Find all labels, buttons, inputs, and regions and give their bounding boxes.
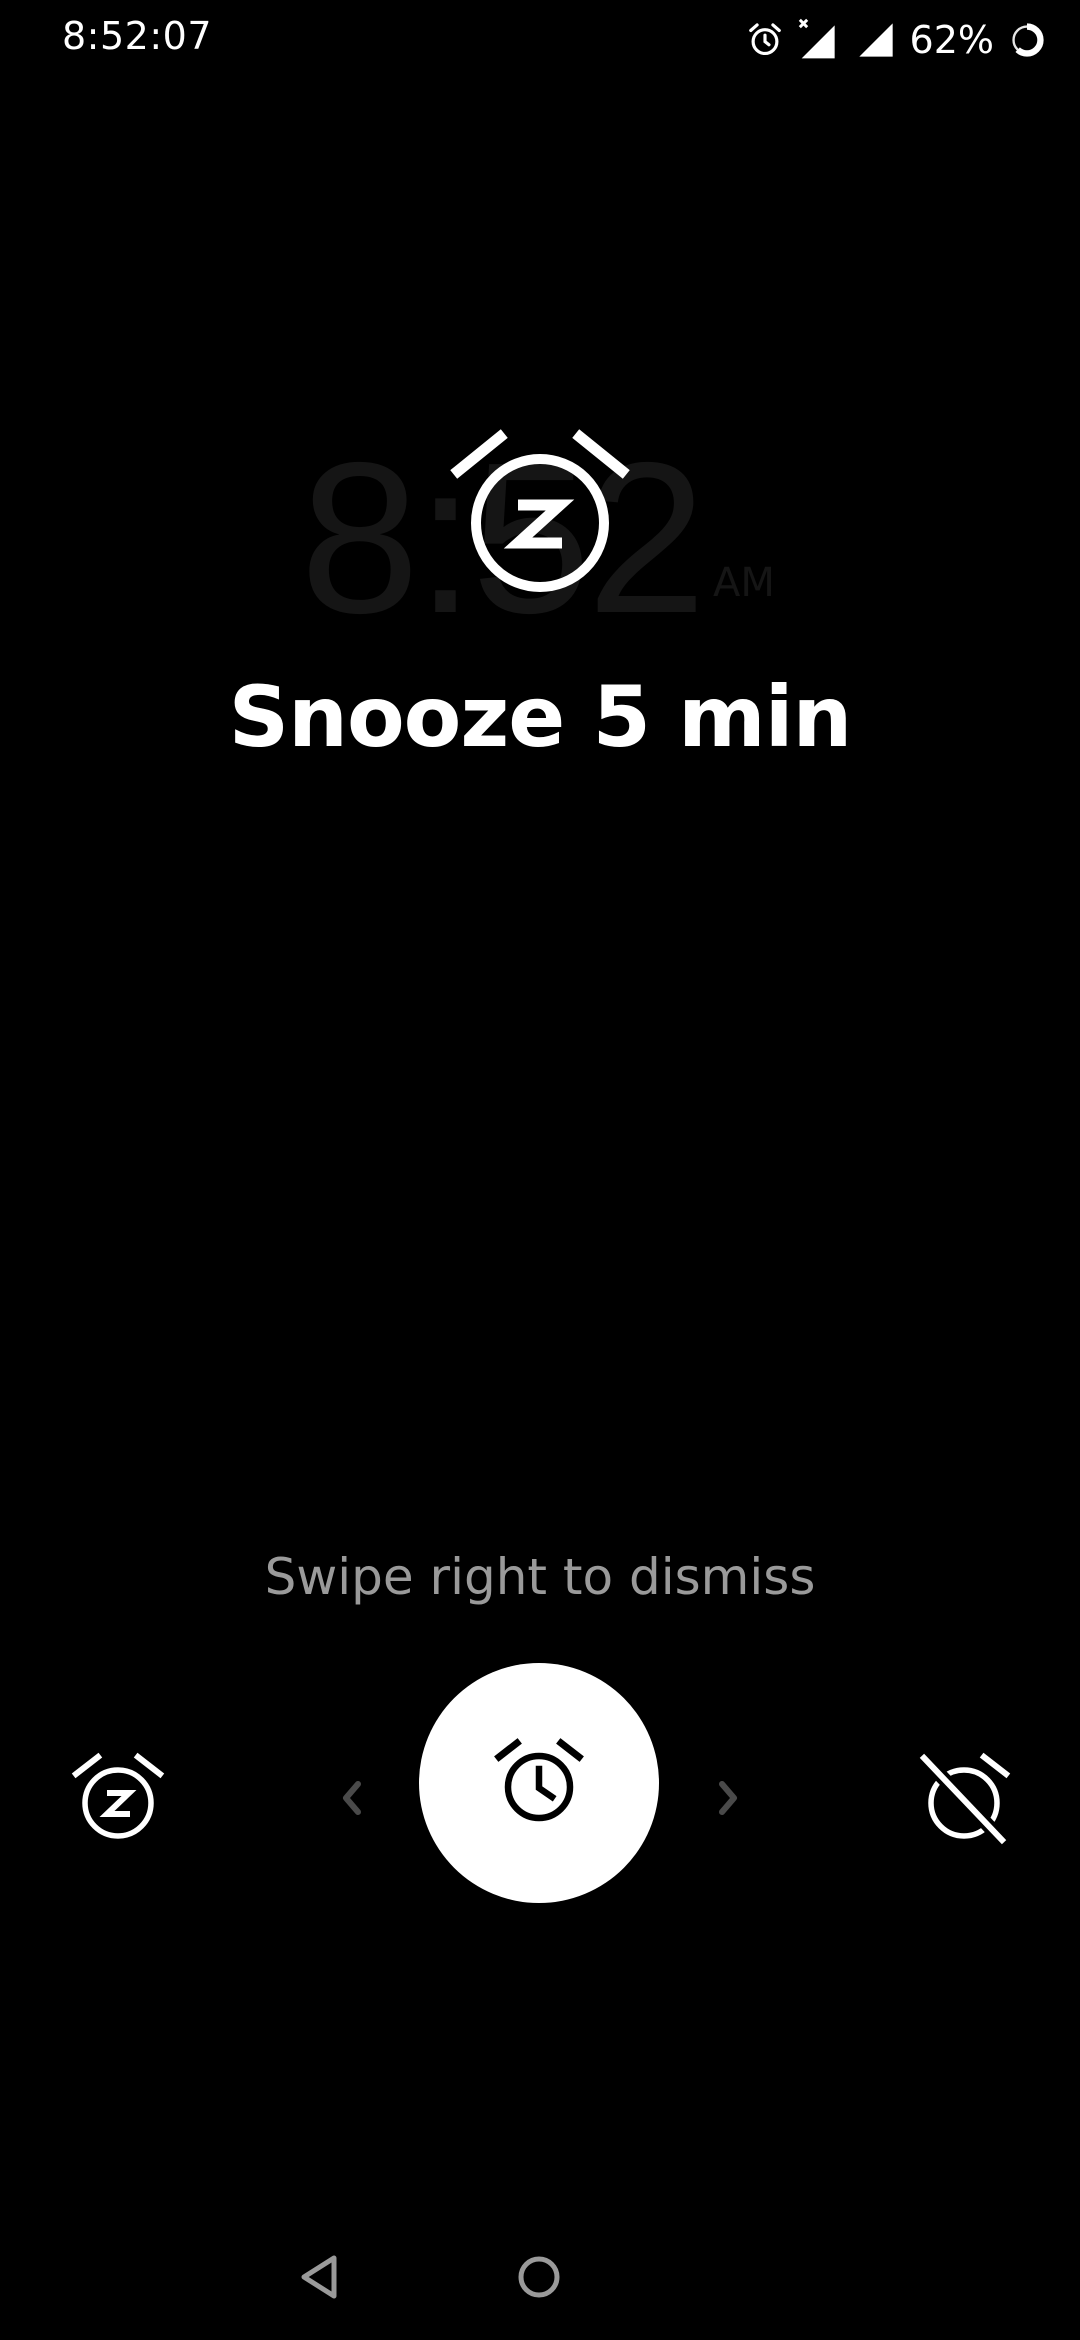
snooze-button[interactable] bbox=[70, 1750, 166, 1846]
battery-percent: 62% bbox=[909, 18, 994, 62]
chevron-right-icon bbox=[719, 1781, 737, 1815]
background-clock-ampm: AM bbox=[713, 560, 775, 606]
status-time: 8:52:07 bbox=[62, 14, 212, 58]
signal-icon bbox=[858, 23, 893, 57]
snooze-alarm-icon bbox=[450, 429, 630, 592]
status-icons: 62% bbox=[746, 14, 1046, 66]
status-bar: 8:52:07 62% bbox=[0, 0, 1080, 80]
snooze-title: Snooze 5 min bbox=[228, 668, 853, 766]
alarm-icon bbox=[748, 23, 781, 56]
dismiss-alarm-button[interactable] bbox=[916, 1750, 1012, 1846]
home-circle-icon[interactable] bbox=[516, 2254, 562, 2300]
signal-no-data-icon bbox=[798, 18, 835, 59]
swipe-hint: Swipe right to dismiss bbox=[264, 1548, 816, 1606]
chevron-left-icon bbox=[343, 1781, 361, 1815]
back-triangle-icon[interactable] bbox=[296, 2252, 342, 2302]
alarm-clock-icon bbox=[494, 1738, 584, 1822]
alarm-swipe-handle[interactable] bbox=[419, 1663, 659, 1903]
battery-ring-icon bbox=[1010, 23, 1044, 57]
